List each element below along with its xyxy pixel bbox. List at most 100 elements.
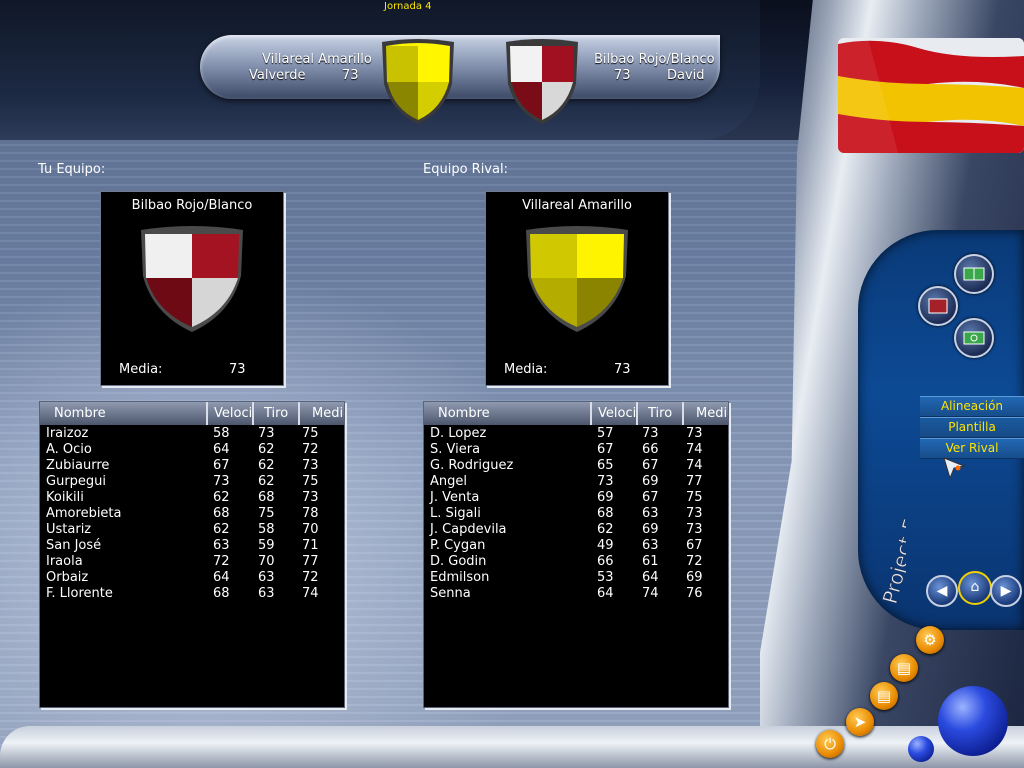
player-shot: 64 — [642, 570, 659, 585]
player-speed: 72 — [213, 554, 230, 569]
player-speed: 64 — [597, 586, 614, 601]
home-team-crest — [382, 39, 454, 124]
tactics-icon[interactable] — [918, 286, 958, 326]
table-row[interactable]: Angel 73 69 77 — [424, 474, 728, 490]
table-row[interactable]: Koikili 62 68 73 — [40, 490, 344, 506]
table-row[interactable]: F. Llorente 68 63 74 — [40, 586, 344, 602]
pitch-icon[interactable] — [954, 254, 994, 294]
table-row[interactable]: D. Godin 66 61 72 — [424, 554, 728, 570]
table-row[interactable]: J. Capdevila 62 69 73 — [424, 522, 728, 538]
player-rating: 72 — [686, 554, 703, 569]
column-header-nombre[interactable]: Nombre — [40, 402, 208, 425]
player-name: S. Viera — [430, 442, 481, 457]
player-rating: 78 — [302, 506, 319, 521]
menu-alineacion[interactable]: Alineación — [920, 396, 1024, 417]
player-shot: 62 — [258, 474, 275, 489]
player-speed: 49 — [597, 538, 614, 553]
table-row[interactable]: Amorebieta 68 75 78 — [40, 506, 344, 522]
player-shot: 69 — [642, 522, 659, 537]
rival-team-shield — [526, 226, 628, 332]
table-row[interactable]: Orbaiz 64 63 72 — [40, 570, 344, 586]
table-row[interactable]: Senna 64 74 76 — [424, 586, 728, 602]
table-row[interactable]: Ustariz 62 58 70 — [40, 522, 344, 538]
arrow-right-icon[interactable]: ▶ — [990, 575, 1022, 607]
printer-icon[interactable]: ▤ — [870, 682, 898, 710]
rival-team-card: Villareal Amarillo Media: 73 — [485, 191, 669, 386]
home-icon[interactable]: ⌂ — [958, 571, 992, 605]
table-row[interactable]: Iraola 72 70 77 — [40, 554, 344, 570]
rival-team-name: Villareal Amarillo — [522, 198, 632, 213]
power-icon[interactable]: ⏻ — [816, 730, 844, 758]
player-speed: 53 — [597, 570, 614, 585]
player-rating: 74 — [302, 586, 319, 601]
cursor-arrow-icon — [943, 457, 966, 480]
table-row[interactable]: A. Ocio 64 62 72 — [40, 442, 344, 458]
table-row[interactable]: L. Sigali 68 63 73 — [424, 506, 728, 522]
player-speed: 68 — [597, 506, 614, 521]
rival-team-media-value: 73 — [614, 362, 631, 377]
player-shot: 62 — [258, 442, 275, 457]
bottom-chrome-bar — [0, 726, 1024, 768]
player-shot: 75 — [258, 506, 275, 521]
round-label: Jornada 4 — [384, 1, 432, 12]
table-header: Nombre Velocidad Tiro Media — [40, 402, 344, 425]
column-header-tiro[interactable]: Tiro — [254, 402, 300, 425]
decorative-small-ball — [908, 736, 934, 762]
table-row[interactable]: Iraizoz 58 73 75 — [40, 426, 344, 442]
player-name: L. Sigali — [430, 506, 481, 521]
table-row[interactable]: Gurpegui 73 62 75 — [40, 474, 344, 490]
table-row[interactable]: P. Cygan 49 63 67 — [424, 538, 728, 554]
player-speed: 68 — [213, 586, 230, 601]
player-speed: 58 — [213, 426, 230, 441]
column-header-media[interactable]: Media — [300, 402, 344, 425]
table-row[interactable]: San José 63 59 71 — [40, 538, 344, 554]
player-rating: 72 — [302, 442, 319, 457]
stats-icon[interactable] — [954, 318, 994, 358]
player-name: Iraola — [46, 554, 83, 569]
player-shot: 63 — [258, 570, 275, 585]
column-header-tiro[interactable]: Tiro — [638, 402, 684, 425]
rival-team-label: Equipo Rival: — [423, 162, 508, 177]
menu-plantilla[interactable]: Plantilla — [920, 417, 1024, 438]
table-row[interactable]: S. Viera 67 66 74 — [424, 442, 728, 458]
player-shot: 73 — [258, 426, 275, 441]
column-header-velocidad[interactable]: Velocidad — [208, 402, 254, 425]
player-speed: 57 — [597, 426, 614, 441]
screen-background: Jornada 4 Villareal Amarillo Valverde 73… — [0, 0, 1024, 768]
exit-icon[interactable]: ➤ — [846, 708, 874, 736]
player-name: Orbaiz — [46, 570, 89, 585]
column-header-velocidad[interactable]: Velocidad — [592, 402, 638, 425]
table-row[interactable]: G. Rodriguez 65 67 74 — [424, 458, 728, 474]
my-players-table[interactable]: Nombre Velocidad Tiro Media Iraizoz58737… — [39, 401, 345, 708]
table-row[interactable]: J. Venta 69 67 75 — [424, 490, 728, 506]
player-shot: 74 — [642, 586, 659, 601]
print-icon[interactable]: ▤ — [890, 654, 918, 682]
column-header-media[interactable]: Media — [684, 402, 728, 425]
rival-players-table[interactable]: Nombre Velocidad Tiro Media D. Lopez 57 73… — [423, 401, 729, 708]
away-coach-name: David — [667, 68, 705, 83]
player-name: G. Rodriguez — [430, 458, 514, 473]
player-rating: 77 — [302, 554, 319, 569]
table-row[interactable]: Zubiaurre 67 62 73 — [40, 458, 344, 474]
table-row[interactable]: D. Lopez 57 73 73 — [424, 426, 728, 442]
player-rating: 73 — [686, 506, 703, 521]
column-header-nombre[interactable]: Nombre — [424, 402, 592, 425]
menu-ver-rival[interactable]: Ver Rival — [920, 438, 1024, 459]
player-shot: 67 — [642, 490, 659, 505]
player-name: Ustariz — [46, 522, 92, 537]
player-shot: 66 — [642, 442, 659, 457]
player-name: Edmilson — [430, 570, 490, 585]
player-name: P. Cygan — [430, 538, 486, 553]
player-name: D. Godin — [430, 554, 487, 569]
player-rating: 75 — [302, 426, 319, 441]
flag-image — [838, 38, 1024, 153]
player-name: Senna — [430, 586, 471, 601]
player-shot: 63 — [642, 506, 659, 521]
gear-icon[interactable]: ⚙ — [916, 626, 944, 654]
svg-text:Project Football: Project Football — [878, 451, 906, 606]
table-row[interactable]: Edmilson 53 64 69 — [424, 570, 728, 586]
player-rating: 69 — [686, 570, 703, 585]
arrow-left-icon[interactable]: ◀ — [926, 575, 958, 607]
brand-logo: Project Football — [866, 395, 941, 610]
player-shot: 62 — [258, 458, 275, 473]
